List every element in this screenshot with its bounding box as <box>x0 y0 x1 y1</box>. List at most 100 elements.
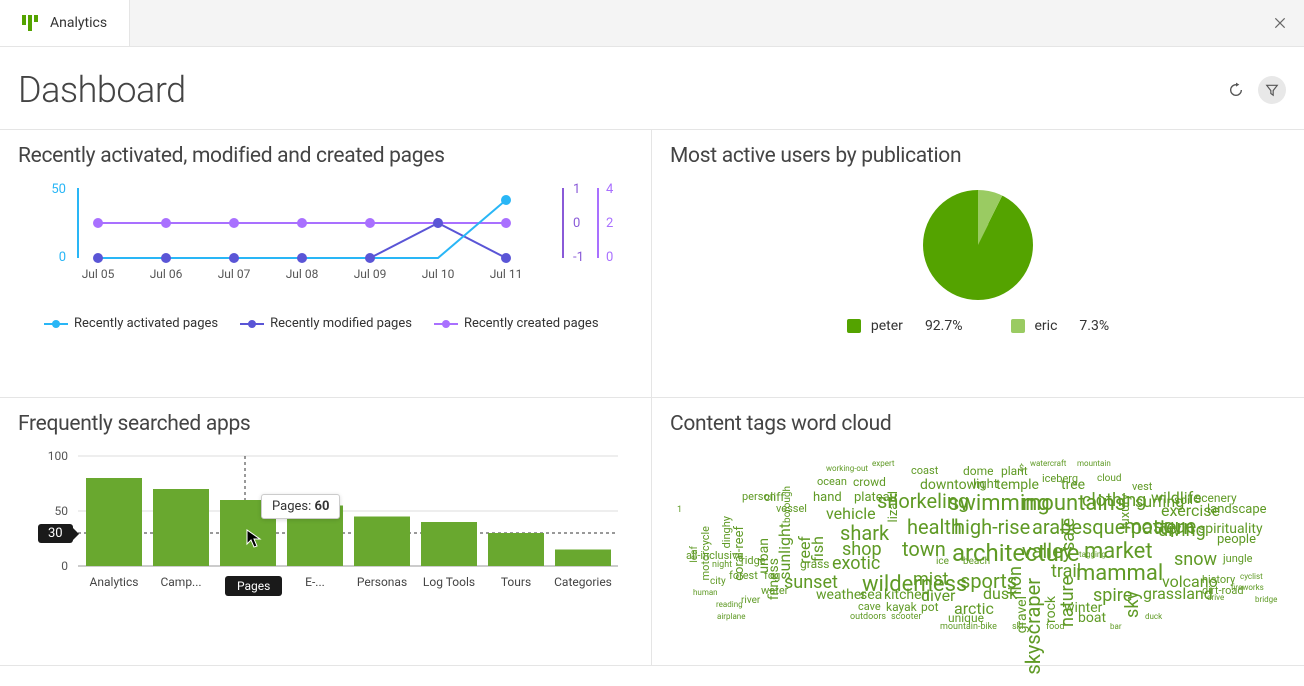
cloud-word[interactable]: night <box>712 561 732 570</box>
svg-text:Jul 10: Jul 10 <box>422 267 455 281</box>
close-button[interactable] <box>1268 11 1292 35</box>
cloud-word[interactable]: soil <box>1174 494 1193 506</box>
cloud-word[interactable]: shop <box>842 541 882 559</box>
panel-searched-apps: Frequently searched apps 100 50 0 <box>0 398 652 666</box>
cloud-word[interactable]: boat <box>1078 611 1106 625</box>
cloud-word[interactable]: scenery <box>1195 492 1237 504</box>
cloud-word[interactable]: sky <box>1124 591 1142 618</box>
tab-analytics[interactable]: Analytics <box>0 0 130 46</box>
cloud-word[interactable]: leaf <box>690 546 700 563</box>
cloud-word[interactable]: airplane <box>717 613 745 621</box>
active-category-tag: Pages <box>225 576 282 596</box>
cloud-word[interactable]: sale <box>1060 518 1078 551</box>
svg-text:Jul 08: Jul 08 <box>286 267 319 281</box>
cloud-word[interactable]: grass <box>800 558 829 570</box>
pie-graphic <box>923 190 1033 300</box>
svg-text:Personas: Personas <box>357 575 407 589</box>
legend-modified[interactable]: Recently modified pages <box>240 316 412 331</box>
cloud-word[interactable]: 1 <box>677 506 682 515</box>
cloud-word[interactable]: cave <box>858 601 881 612</box>
cloud-word[interactable]: forest <box>729 570 758 581</box>
cloud-word[interactable]: high-rise <box>954 517 1030 537</box>
dashboard-grid: Recently activated, modified and created… <box>0 129 1304 666</box>
svg-text:Categories: Categories <box>554 575 612 589</box>
cloud-word[interactable]: mammal <box>1076 563 1163 585</box>
legend-created[interactable]: Recently created pages <box>434 316 599 331</box>
cloud-word[interactable]: people <box>1217 533 1256 546</box>
pie-legend-eric[interactable]: eric 7.3% <box>1011 318 1110 334</box>
svg-text:0: 0 <box>573 216 580 231</box>
pie-legend-peter[interactable]: peter 92.7% <box>847 318 963 334</box>
cloud-word[interactable]: water <box>761 585 788 596</box>
refresh-button[interactable] <box>1222 76 1250 104</box>
panel-title: Most active users by publication <box>670 144 1286 168</box>
cloud-word[interactable]: outdoors <box>850 613 886 622</box>
line-chart[interactable]: 50 0 1 0 -1 4 2 0 <box>18 178 618 308</box>
cloud-word[interactable]: snow <box>1174 551 1217 569</box>
word-cloud[interactable]: architecturewildernessswimmingmountainss… <box>670 446 1280 636</box>
cloud-word[interactable]: working-out <box>826 465 868 473</box>
panel-title: Content tags word cloud <box>670 412 1286 436</box>
cloud-word[interactable]: vehicle <box>826 506 876 522</box>
svg-text:Jul 05: Jul 05 <box>82 267 115 281</box>
cloud-word[interactable]: fog <box>764 570 780 581</box>
cloud-word[interactable]: duck <box>1145 613 1162 621</box>
cloud-word[interactable]: beach <box>963 557 990 567</box>
cloud-word[interactable]: fireworks <box>1231 584 1264 592</box>
cloud-word[interactable]: tagging <box>1079 551 1106 559</box>
cloud-word[interactable]: human <box>693 589 718 597</box>
cloud-word[interactable]: pot <box>921 601 939 613</box>
cloud-word[interactable]: drive <box>1207 594 1224 602</box>
svg-text:1: 1 <box>573 182 580 197</box>
cloud-word[interactable]: cyclist <box>1240 573 1263 581</box>
cloud-word[interactable]: iceberg <box>1042 473 1078 484</box>
tab-bar: Analytics <box>0 0 1304 47</box>
cloud-word[interactable]: reading <box>716 601 743 609</box>
cloud-word[interactable]: cloud <box>1097 474 1122 484</box>
cloud-word[interactable]: dome <box>963 465 994 477</box>
cloud-word[interactable]: ice <box>936 557 949 567</box>
pie-chart[interactable]: peter 92.7% eric 7.3% <box>670 178 1286 334</box>
cloud-word[interactable]: plateau <box>854 491 897 504</box>
cloud-word[interactable]: health <box>907 517 962 537</box>
cloud-word[interactable]: hand <box>813 491 842 504</box>
cloud-word[interactable]: crowd <box>853 476 886 488</box>
cloud-word[interactable]: mountain-bike <box>940 623 997 632</box>
svg-text:2: 2 <box>606 216 613 231</box>
cloud-word[interactable]: jungle <box>1223 553 1252 564</box>
svg-text:100: 100 <box>48 449 68 463</box>
legend-activated[interactable]: Recently activated pages <box>44 316 218 331</box>
filter-button[interactable] <box>1258 76 1286 104</box>
cloud-word[interactable]: watercraft <box>1030 460 1066 468</box>
cloud-word[interactable]: vest <box>1132 481 1152 492</box>
cloud-word[interactable]: mountain <box>1077 460 1111 468</box>
cloud-word[interactable]: ridge <box>741 555 766 566</box>
cloud-word[interactable]: expert <box>872 460 894 468</box>
cloud-word[interactable]: temple <box>996 478 1039 492</box>
bar-chart[interactable]: 100 50 0 Analytics Camp... E-... <box>18 446 628 611</box>
cloud-word[interactable]: luxury <box>1119 494 1132 529</box>
cloud-word[interactable]: food <box>1046 623 1064 632</box>
cloud-word[interactable]: person <box>742 491 776 502</box>
y-marker-label: 30 <box>38 524 73 543</box>
cloud-word[interactable]: bar <box>1110 623 1122 631</box>
cloud-word[interactable]: city <box>710 577 726 587</box>
cloud-word[interactable]: trail <box>1051 563 1081 581</box>
cloud-word[interactable]: ski <box>1012 623 1023 632</box>
page-title: Dashboard <box>18 69 186 111</box>
cloud-word[interactable]: scooter <box>891 613 921 622</box>
cloud-word[interactable]: ocean <box>817 476 847 487</box>
cloud-word[interactable]: light <box>973 478 998 491</box>
panel-recent-pages: Recently activated, modified and created… <box>0 130 652 398</box>
cloud-word[interactable]: borough <box>783 486 793 523</box>
cloud-word[interactable]: coast <box>911 465 938 476</box>
cloud-word[interactable]: rock <box>1044 596 1058 623</box>
cloud-word[interactable]: river <box>741 596 760 606</box>
svg-text:4: 4 <box>606 182 614 197</box>
cloud-word[interactable]: bridge <box>1255 596 1277 604</box>
panel-active-users: Most active users by publication peter 9… <box>652 130 1304 398</box>
cloud-word[interactable]: dinghy <box>721 516 732 548</box>
cloud-word[interactable]: $ <box>1019 465 1024 474</box>
svg-text:-1: -1 <box>573 250 584 265</box>
svg-text:Jul 06: Jul 06 <box>150 267 183 281</box>
